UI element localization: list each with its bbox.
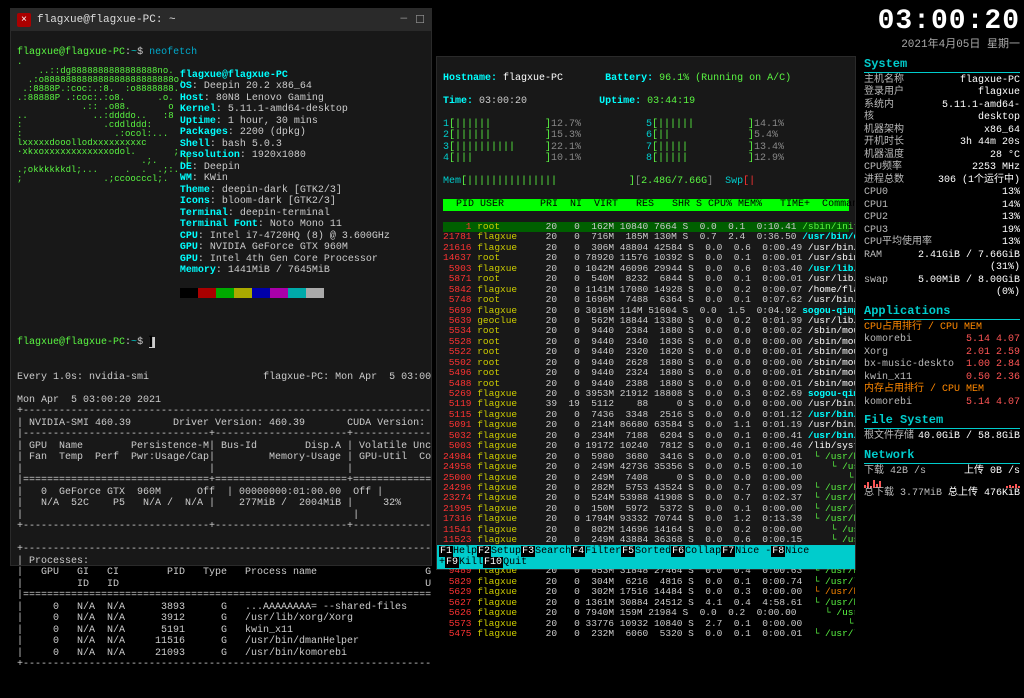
window-title: flagxue@flagxue-PC: ~ [37, 14, 176, 26]
sidebar: 03:00:20 2021年4月05日 星期一 System 主机名称flagx… [864, 4, 1020, 501]
htop-footer: F1HelpF2SetupF3SearchF4FilterF5SortedF6C… [437, 545, 855, 569]
htop-column-header: PID USER PRI NI VIRT RES SHR S CPU% MEM%… [443, 199, 849, 211]
date: 2021年4月05日 星期一 [864, 39, 1020, 53]
section-filesys: File System [864, 413, 1020, 429]
terminal-window[interactable]: × flagxue@flagxue-PC: ~ — ☐ flagxue@flag… [10, 8, 432, 566]
neofetch-ascii: . ..::dg8888888888888888no. .:o888888888… [17, 58, 190, 314]
minimize-icon[interactable]: — [401, 13, 408, 27]
net-sparkline-up [1006, 478, 1020, 488]
htop-row[interactable]: 5475 flagxue 20 0 232M 6060 5320 S 0.0 0… [443, 629, 849, 639]
nvidia-smi-output: Every 1.0s: nvidia-smi flagxue-PC: Mon A… [17, 360, 425, 671]
net-sparkline-down [864, 478, 881, 488]
htop-window[interactable]: Hostname: flagxue-PC Battery: 96.1% (Run… [436, 56, 856, 570]
maximize-icon[interactable]: ☐ [415, 13, 425, 27]
section-apps: Applications [864, 304, 1020, 320]
section-network: Network [864, 448, 1020, 464]
clock: 03:00:20 [864, 4, 1020, 39]
titlebar: × flagxue@flagxue-PC: ~ — ☐ [11, 9, 431, 31]
terminal-content[interactable]: flagxue@flagxue-PC:~$ neofetch . ..::dg8… [11, 31, 431, 698]
close-icon[interactable]: × [17, 13, 31, 27]
section-system: System [864, 57, 1020, 73]
neofetch-info: flagxue@flagxue-PC OS: Deepin 20.2 x86_6… [180, 58, 390, 314]
color-palette [180, 288, 390, 303]
